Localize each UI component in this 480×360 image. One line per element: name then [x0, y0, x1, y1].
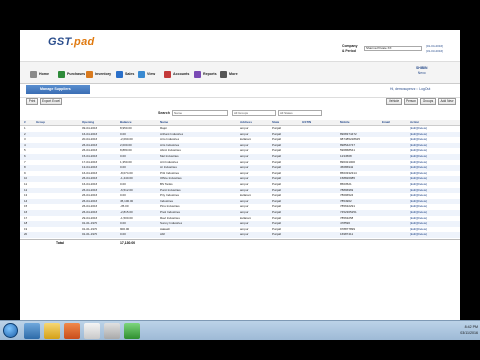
nav-label: Home [39, 72, 49, 76]
company-period-box: Company & Period Sharma Private XX [01-0… [342, 42, 454, 62]
chrome-icon[interactable] [84, 323, 100, 339]
nav-label: Accounts [173, 72, 190, 76]
print-button[interactable]: Print [26, 98, 38, 105]
view-icon [138, 70, 145, 78]
total-value: 17,130.00 [120, 241, 136, 245]
user-bottom: Nexo [417, 71, 426, 75]
column-header[interactable]: Email [382, 120, 390, 126]
search-bar: Search Name All Groups All States [20, 110, 460, 118]
table-cell: Abh [160, 232, 166, 237]
period-label: & Period [342, 49, 356, 53]
column-header[interactable]: Address [240, 120, 252, 126]
nav-label: View [147, 72, 156, 76]
more-icon [220, 70, 227, 78]
column-header[interactable]: # [24, 120, 26, 126]
start-button-icon[interactable] [3, 323, 18, 338]
state-filter-select[interactable]: All States [278, 110, 322, 116]
column-header[interactable]: Mobile [340, 120, 350, 126]
table-cell: 20 [24, 232, 28, 237]
toolbar: Print Export Excel Vehicle Person Groups… [20, 98, 460, 108]
app-icon[interactable] [104, 323, 120, 339]
column-header[interactable]: Group [36, 120, 45, 126]
folder-icon[interactable] [44, 323, 60, 339]
column-header[interactable]: Name [160, 120, 168, 126]
screen: GST.pad Company & Period Sharma Private … [0, 0, 480, 360]
nav-item-purchases[interactable]: Purchases [58, 68, 85, 80]
table-cell: ampur [240, 232, 249, 237]
nav-label: Sales [125, 72, 135, 76]
period-to[interactable]: [31-03-2016] [426, 49, 443, 54]
nav-item-home[interactable]: Home [30, 68, 49, 80]
nav-label: Inventory [95, 72, 112, 76]
row-actions[interactable]: [Edit][Delete] [410, 232, 427, 238]
system-tray[interactable]: 8:42 PM 03/11/2016 [440, 324, 478, 336]
application-window: GST.pad Company & Period Sharma Private … [20, 30, 460, 320]
column-header[interactable]: Action [410, 120, 419, 126]
page-title: Manage Suppliers [26, 85, 90, 94]
table-cell: 01-01-1970 [82, 232, 98, 237]
table-cell: Punjab [272, 232, 282, 237]
user-session-info[interactable]: Hi, demosuperzz :: LogOut [390, 87, 430, 91]
company-select[interactable]: Sharma Private XX [364, 46, 422, 51]
column-header[interactable]: State [272, 120, 279, 126]
table-cell: 0.00 [120, 232, 126, 237]
main-navbar: Home Purchases Inventory Sales View Accounts R… [20, 62, 460, 84]
logo-text: GST [48, 36, 71, 48]
logo-accent: .pad [70, 36, 95, 48]
home-icon [30, 70, 37, 78]
column-header[interactable]: Balance [120, 120, 132, 126]
purchases-icon [58, 70, 65, 78]
total-row: Total 17,130.00 [20, 239, 460, 245]
tray-date: 03/11/2016 [460, 331, 478, 335]
reports-icon [194, 70, 201, 78]
nav-item-sales[interactable]: Sales [116, 68, 134, 80]
taskbar: 8:42 PM 03/11/2016 [0, 320, 480, 340]
sales-icon [116, 70, 123, 78]
nav-item-more[interactable]: More [220, 68, 238, 80]
nav-item-reports[interactable]: Reports [194, 68, 217, 80]
person-button[interactable]: Person [404, 98, 418, 105]
export-excel-button[interactable]: Export Excel [40, 98, 62, 105]
accounts-icon [164, 70, 171, 78]
nav-label: Purchases [67, 72, 86, 76]
nav-label: More [229, 72, 238, 76]
table-cell: 16987411 [340, 232, 354, 237]
ie-icon[interactable] [24, 323, 40, 339]
search-input[interactable]: Name [172, 110, 228, 116]
search-label: Search [158, 111, 170, 115]
table-header-row: # Group Opening Balance Name Address State GSTI… [20, 120, 460, 126]
nav-item-inventory[interactable]: Inventory [86, 68, 111, 80]
add-new-button[interactable]: Add New [438, 98, 456, 105]
app-icon-2[interactable] [124, 323, 140, 339]
total-label: Total [56, 241, 64, 245]
page-subheader: Manage Suppliers Hi, demosuperzz :: LogO… [20, 84, 460, 98]
table-row[interactable]: 20 01-01-1970 0.00 Abh ampur Punjab 16987411 [E… [20, 232, 460, 238]
inventory-icon [86, 70, 93, 78]
groups-button[interactable]: Groups [420, 98, 436, 105]
vehicle-button[interactable]: Vehicle [386, 98, 402, 105]
group-filter-select[interactable]: All Groups [232, 110, 276, 116]
user-area[interactable]: SHIBIN Nexo [416, 66, 428, 76]
column-header[interactable]: Opening [82, 120, 94, 126]
top-header: GST.pad Company & Period Sharma Private … [20, 30, 460, 62]
nav-item-view[interactable]: View [138, 68, 155, 80]
app-logo[interactable]: GST.pad [48, 36, 95, 48]
nav-label: Reports [203, 72, 217, 76]
nav-item-accounts[interactable]: Accounts [164, 68, 189, 80]
column-header[interactable]: GSTIN [302, 120, 311, 126]
media-player-icon[interactable] [64, 323, 80, 339]
